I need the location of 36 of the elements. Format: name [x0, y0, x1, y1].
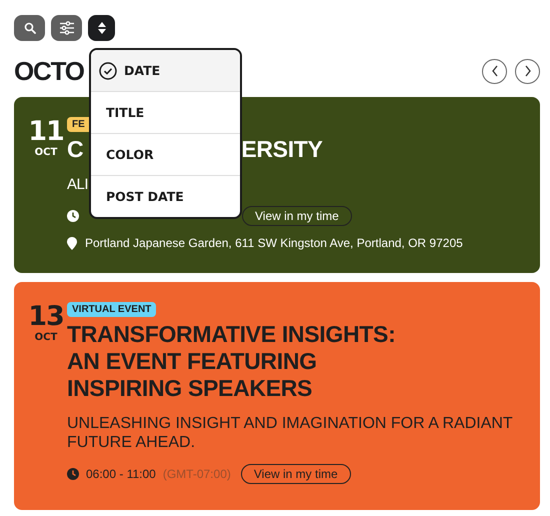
view-in-my-time-button[interactable]: View in my time — [242, 206, 352, 226]
sort-option[interactable]: TITLE — [91, 91, 240, 133]
sort-option[interactable]: DATE — [91, 50, 240, 91]
sort-option[interactable]: COLOR — [91, 133, 240, 175]
event-day: 13 — [28, 302, 64, 332]
check-circle-icon — [99, 62, 117, 80]
event-subtitle: UNLEASHING INSIGHT AND IMAGINATION FOR A RADIANT FUTURE AHEAD. — [67, 414, 514, 452]
sort-button[interactable] — [88, 15, 115, 41]
event-title: INSPIRING SPEAKERS — [67, 375, 314, 402]
sort-icon — [96, 21, 106, 35]
event-title: AN EVENT FEATURING — [67, 348, 318, 375]
event-time: 06:00 - 11:00 — [86, 467, 156, 481]
event-location: Portland Japanese Garden, 611 SW Kingston Ave, Portland, OR 97205 — [85, 236, 463, 250]
sliders-icon — [58, 21, 74, 35]
event-month: OCT — [34, 147, 58, 158]
chevron-left-icon — [490, 65, 498, 77]
chevron-right-icon — [524, 65, 532, 77]
event-day: 11 — [28, 117, 64, 147]
event-badge: VIRTUAL EVENT — [67, 302, 156, 317]
event-title: ERSITY — [241, 136, 323, 163]
time-zone: (GMT-07:00) — [162, 467, 231, 481]
map-pin-icon — [67, 236, 77, 250]
view-in-my-time-button[interactable]: View in my time — [240, 464, 351, 484]
event-subtitle: ALI — [67, 175, 88, 194]
search-icon — [24, 22, 36, 34]
search-button[interactable] — [14, 15, 45, 41]
sort-option[interactable]: POST DATE — [91, 175, 240, 217]
month-heading: OCTO — [14, 56, 84, 86]
clock-icon — [67, 468, 79, 480]
event-title: C — [67, 136, 84, 163]
event-month: OCT — [34, 332, 58, 343]
filter-button[interactable] — [51, 15, 82, 41]
next-button[interactable] — [515, 58, 540, 84]
clock-icon — [67, 210, 79, 222]
previous-button[interactable] — [482, 58, 507, 84]
event-title: TRANSFORMATIVE INSIGHTS: — [67, 321, 396, 348]
